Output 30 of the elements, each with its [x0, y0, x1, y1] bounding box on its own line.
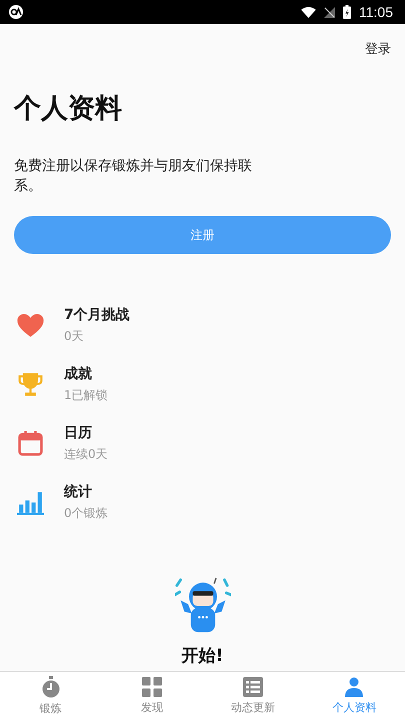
tab[interactable]: 动态更新: [202, 672, 304, 720]
grid-icon: [142, 677, 162, 697]
list-icon: [243, 677, 264, 697]
register-button[interactable]: 注册: [14, 216, 391, 254]
stat-title: 7个月挑战: [64, 306, 130, 324]
page-title: 个人资料: [14, 92, 123, 126]
stat-value: 1已解锁: [64, 387, 108, 404]
wifi-icon: [301, 6, 316, 18]
no-signal-icon: [324, 6, 335, 18]
login-link[interactable]: 登录: [365, 38, 391, 60]
stopwatch-icon: [40, 676, 61, 698]
stat-value: 0天: [64, 328, 85, 345]
battery-icon: [343, 5, 351, 19]
start-heading: 开始!: [182, 645, 224, 667]
stat-value: 0个锻炼: [64, 505, 108, 522]
stat-title: 统计: [64, 483, 93, 501]
app-icon: [8, 4, 24, 20]
bar-chart-icon: [17, 490, 44, 515]
trophy-icon: [17, 372, 44, 398]
stat-title: 成就: [64, 365, 93, 383]
description-text: 免费注册以保存锻炼并与朋友们保持联系。: [14, 157, 253, 196]
stat-value: 连续0天: [64, 446, 108, 463]
calendar-icon: [17, 431, 44, 456]
stat-title: 日历: [64, 424, 93, 442]
clock-time: 11:05: [359, 4, 393, 20]
heart-icon: [17, 314, 44, 338]
tab[interactable]: 锻炼: [0, 672, 102, 720]
tab[interactable]: 发现: [101, 672, 202, 720]
tab[interactable]: 个人资料: [304, 672, 405, 720]
person-icon: [344, 677, 364, 697]
